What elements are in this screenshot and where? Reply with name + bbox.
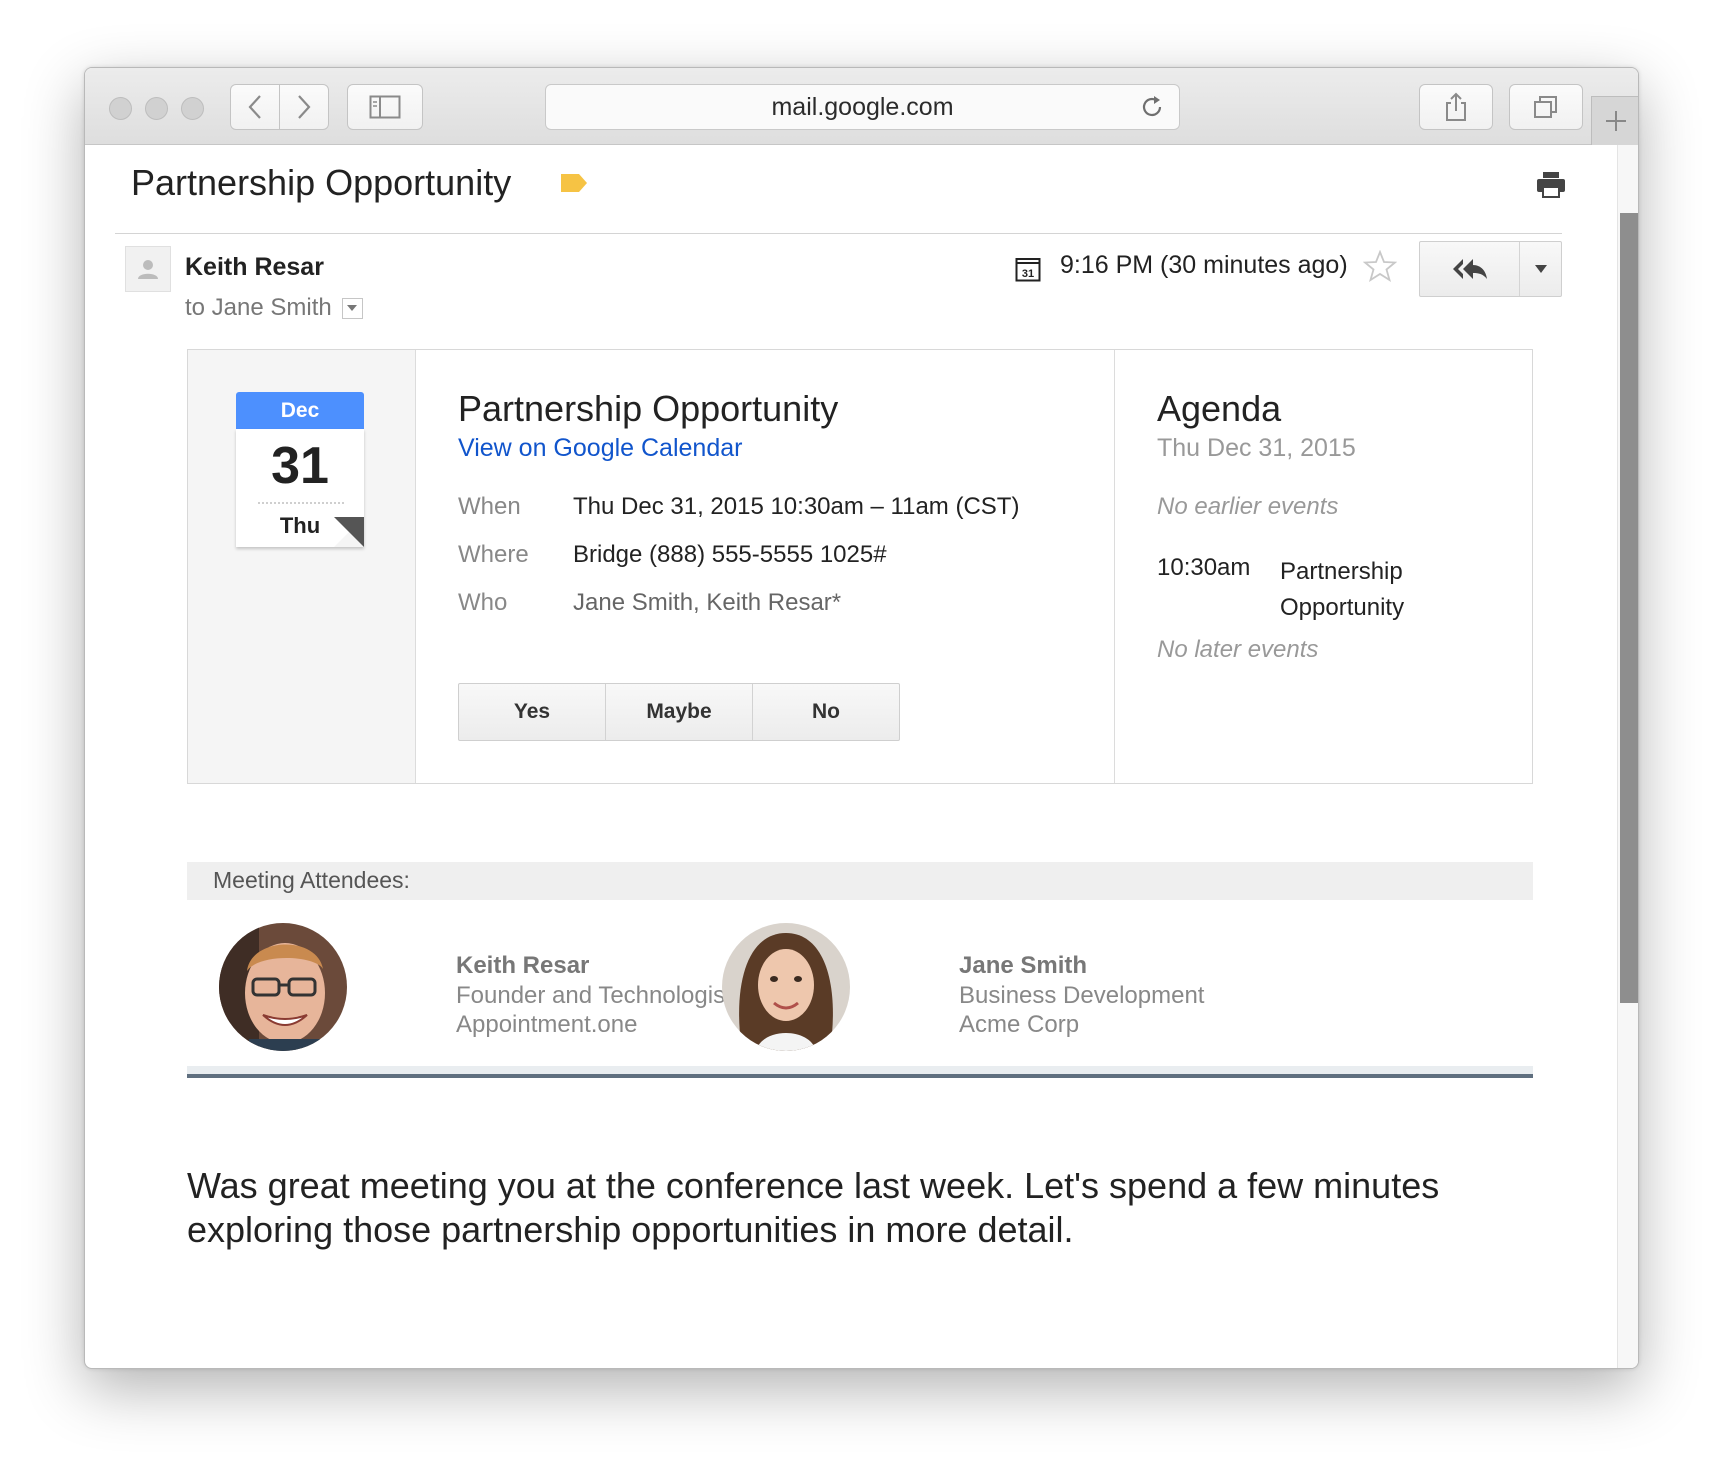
calendar-day: 31 [271,437,329,495]
sidebar-icon [369,95,401,119]
forward-button[interactable] [279,84,329,130]
label-tag-icon[interactable] [559,172,589,194]
view-on-google-calendar-link[interactable]: View on Google Calendar [458,434,742,463]
chevron-right-icon [298,95,311,119]
recipient-line: to Jane Smith [185,294,363,322]
rsvp-maybe-button[interactable]: Maybe [606,684,753,740]
invitation-date-panel: Dec 31 Thu [188,350,416,783]
reply-button-group [1419,241,1562,297]
rsvp-no-button[interactable]: No [753,684,899,740]
attendee-name: Keith Resar [456,952,590,979]
agenda-no-later: No later events [1157,636,1319,663]
caret-down-icon [347,305,358,311]
attendee-org: Acme Corp [959,1011,1080,1038]
svg-text:31: 31 [1022,268,1034,280]
agenda-event-time: 10:30am [1157,554,1251,581]
caret-down-icon [1535,265,1547,273]
agenda-panel: Agenda Thu Dec 31, 2015 No earlier event… [1114,350,1532,783]
reply-all-button[interactable] [1420,242,1519,296]
header-divider [115,233,1562,234]
url-text: mail.google.com [771,92,954,121]
person-icon [138,260,158,279]
recipient-text: to Jane Smith [185,294,332,321]
attendees-divider [187,1074,1533,1078]
when-value: Thu Dec 31, 2015 10:30am – 11am (CST) [573,493,1020,520]
more-actions-button[interactable] [1519,242,1562,296]
agenda-title: Agenda [1157,388,1282,429]
tabs-icon [1534,96,1557,118]
where-value: Bridge (888) 555-5555 1025# [573,541,887,568]
email-body: Was great meeting you at the conference … [187,1165,1440,1250]
rsvp-yes-button[interactable]: Yes [459,684,606,740]
show-details-button[interactable] [341,297,363,319]
reply-all-icon [1452,259,1487,279]
email-subject: Partnership Opportunity [131,162,512,203]
attendee-org: Appointment.one [456,1011,638,1038]
attendee-role: Founder and Technologist [456,982,732,1009]
share-button[interactable] [1419,84,1493,130]
attendees-divider-shade [187,1066,1533,1074]
address-bar[interactable]: mail.google.com [545,84,1180,130]
back-button[interactable] [230,84,280,130]
reload-icon[interactable] [1139,94,1165,120]
invitation-details: Partnership Opportunity View on Google C… [415,350,1115,783]
agenda-no-earlier: No earlier events [1157,493,1339,520]
star-icon[interactable] [1363,250,1397,282]
sidebar-toggle-button[interactable] [347,84,423,130]
calendar-event-icon: 31 [1015,256,1041,287]
browser-toolbar: mail.google.com [85,68,1638,145]
attendees-heading-bar: Meeting Attendees: [187,862,1533,900]
sender-avatar[interactable] [125,246,171,292]
calendar-invitation-card: Dec 31 Thu Partnership Opportunity View … [187,349,1533,784]
who-value: Jane Smith, Keith Resar* [573,589,842,616]
share-icon [1446,92,1466,121]
close-window-button[interactable] [109,97,132,120]
scrollbar-thumb[interactable] [1620,213,1638,1003]
rsvp-button-group: Yes Maybe No [458,683,900,741]
sender-name[interactable]: Keith Resar [185,253,324,282]
where-label: Where [458,541,529,568]
tabs-overview-button[interactable] [1509,84,1583,130]
agenda-date: Thu Dec 31, 2015 [1157,434,1356,462]
attendee-photo-keith [219,923,347,1051]
calendar-date-icon: Dec 31 Thu [236,392,364,547]
attendee-photo-jane [722,923,850,1051]
email-timestamp: 9:16 PM (30 minutes ago) [1060,251,1348,279]
calendar-month: Dec [236,392,364,429]
browser-window: mail.google.com Partnership Opportunity … [84,67,1639,1369]
page-curl-icon [334,517,364,547]
agenda-event-name[interactable]: Partnership Opportunity [1280,554,1440,626]
chevron-left-icon [248,95,261,119]
minimize-window-button[interactable] [145,97,168,120]
event-title: Partnership Opportunity [458,388,839,429]
when-label: When [458,493,521,520]
attendee-role: Business Development [959,982,1205,1009]
new-tab-button[interactable] [1591,96,1638,145]
who-label: Who [458,589,508,616]
plus-icon [1605,111,1626,131]
attendees-heading: Meeting Attendees: [213,867,410,893]
print-icon[interactable] [1536,171,1566,199]
attendee-name: Jane Smith [959,952,1088,979]
zoom-window-button[interactable] [181,97,204,120]
